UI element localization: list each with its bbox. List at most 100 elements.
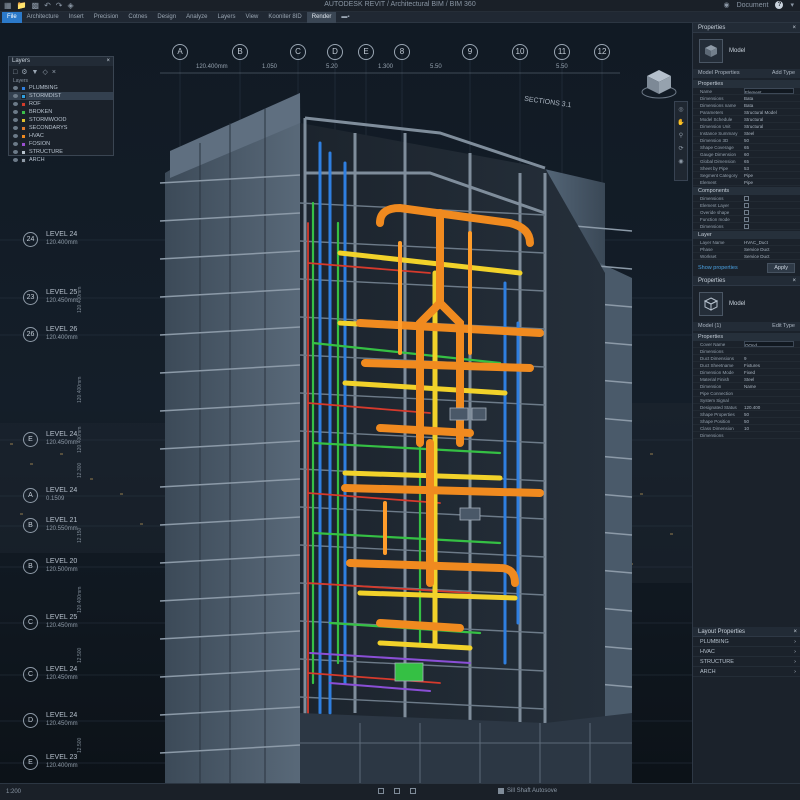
property-value[interactable]: 53 — [744, 165, 800, 171]
visibility-eye-icon[interactable] — [13, 134, 18, 138]
user-icon[interactable]: ◉ — [723, 1, 729, 9]
user-label[interactable]: Document — [737, 2, 769, 9]
checkbox[interactable] — [744, 203, 749, 208]
expand-chevron-icon[interactable]: › — [794, 657, 796, 666]
property-value[interactable]: Bata — [744, 95, 800, 101]
property-value[interactable]: Pipe — [744, 172, 800, 178]
checkbox-row[interactable]: Function mode — [693, 216, 800, 223]
edit-type-link-2[interactable]: Edit Type — [772, 322, 795, 331]
visibility-eye-icon[interactable] — [13, 158, 18, 162]
property-row[interactable]: Workset Service Duct — [693, 253, 800, 260]
layer-row[interactable]: BROKEN — [9, 108, 113, 116]
layer-color-swatch[interactable] — [21, 149, 26, 155]
level-name[interactable]: LEVEL 25 — [46, 289, 77, 296]
view-scale[interactable]: 1:200 — [6, 789, 21, 795]
property-row[interactable]: Instance Summary Steel — [693, 130, 800, 137]
property-value[interactable]: 9 — [744, 355, 800, 361]
property-row[interactable]: Phase Service Duct — [693, 246, 800, 253]
property-value[interactable]: 10 — [744, 425, 800, 431]
property-row[interactable]: System Signal — [693, 397, 800, 404]
ribbon-tab[interactable]: File — [2, 11, 22, 23]
property-row[interactable]: Designated Status 120.400 — [693, 404, 800, 411]
ribbon-tab[interactable]: View — [240, 12, 263, 23]
ribbon-tab[interactable]: Kooniter 8ID — [263, 12, 306, 23]
ribbon-tab[interactable]: Cotnes — [123, 12, 152, 23]
level-bubble[interactable]: 24 — [23, 232, 38, 247]
level-bubble[interactable]: B — [23, 518, 38, 533]
level-bubble[interactable]: C — [23, 615, 38, 630]
property-value[interactable] — [744, 348, 800, 354]
grid-bubble[interactable]: B — [232, 44, 248, 60]
layer-property-item[interactable]: HVAC › — [693, 647, 800, 657]
grid-bubble[interactable]: 9 — [462, 44, 478, 60]
property-row[interactable]: Element Pipe — [693, 179, 800, 186]
property-value[interactable]: Structural — [744, 123, 800, 129]
level-bubble[interactable]: B — [23, 559, 38, 574]
layer-color-swatch[interactable] — [21, 93, 26, 99]
3d-viewport[interactable]: A B C D E 8 9 10 11 12 120.400mm 1.050 5.20 1.300 5.5… — [0, 23, 692, 783]
visibility-eye-icon[interactable] — [13, 94, 18, 98]
ribbon-tab[interactable]: Design — [152, 12, 181, 23]
property-value[interactable] — [744, 390, 800, 396]
properties-group-header[interactable]: Properties — [693, 80, 800, 88]
layer-color-swatch[interactable] — [21, 117, 26, 123]
property-row[interactable]: Dimension Mode Fixed — [693, 369, 800, 376]
level-bubble[interactable]: E — [23, 432, 38, 447]
layer-property-item[interactable]: ARCH › — [693, 667, 800, 677]
expand-chevron-icon[interactable]: › — [794, 637, 796, 646]
property-value[interactable]: Steel — [744, 376, 800, 382]
detail-level-icon[interactable] — [378, 788, 384, 794]
checkbox-row[interactable]: Element Layer — [693, 202, 800, 209]
property-value[interactable]: Structural — [744, 116, 800, 122]
checkbox-row[interactable]: Dimensions — [693, 195, 800, 202]
layer-row[interactable]: STORMDIST — [9, 92, 113, 100]
properties-help-link[interactable]: Show properties — [698, 265, 738, 271]
components-group-header[interactable]: Components — [693, 187, 800, 195]
filter-icon[interactable]: ▼ — [32, 69, 39, 76]
checkbox[interactable] — [744, 224, 749, 229]
type-selector-2[interactable]: Model (1) Edit Type — [693, 322, 800, 331]
level-name[interactable]: LEVEL 24 — [46, 666, 77, 673]
layer-row[interactable]: HVAC — [9, 132, 113, 140]
layer-color-swatch[interactable] — [21, 157, 26, 163]
level-bubble[interactable]: A — [23, 488, 38, 503]
property-row[interactable]: Name Element — [693, 88, 800, 95]
steering-wheel-icon[interactable]: ◎ — [678, 106, 683, 113]
checkbox-row[interactable]: Overide shape — [693, 209, 800, 216]
grid-bubble[interactable]: E — [358, 44, 374, 60]
property-value[interactable]: 60 — [744, 151, 800, 157]
layer-color-swatch[interactable] — [21, 133, 26, 139]
property-row[interactable]: Dimensions — [693, 432, 800, 439]
checkbox[interactable] — [744, 196, 749, 201]
layer-group-header[interactable]: Layer — [693, 231, 800, 239]
property-row[interactable]: Class Dimension 10 — [693, 425, 800, 432]
dropdown-chevron-icon[interactable]: ▾ — [790, 1, 794, 9]
property-value[interactable]: 50 — [744, 418, 800, 424]
level-name[interactable]: LEVEL 25 — [46, 614, 77, 621]
property-row[interactable]: Cover Name OOnd — [693, 341, 800, 348]
ribbon-tab[interactable]: ▬▪ — [336, 12, 354, 23]
property-value[interactable]: Element — [744, 88, 794, 94]
property-value[interactable]: Pipe — [744, 179, 800, 185]
layer-row[interactable]: ROF — [9, 100, 113, 108]
layer-row[interactable]: ARCH — [9, 156, 113, 164]
layer-row[interactable]: STORMWOOD — [9, 116, 113, 124]
property-row[interactable]: Dimensions name Bata — [693, 102, 800, 109]
property-value[interactable]: Structural Model — [744, 109, 800, 115]
layer-color-swatch[interactable] — [21, 141, 26, 147]
property-value[interactable]: Name — [744, 383, 800, 389]
grid-bubble[interactable]: 10 — [512, 44, 528, 60]
property-row[interactable]: Dimensions — [693, 348, 800, 355]
layer-color-swatch[interactable] — [21, 101, 26, 107]
layer-color-swatch[interactable] — [21, 125, 26, 131]
property-value[interactable]: 65 — [744, 144, 800, 150]
level-name[interactable]: LEVEL 23 — [46, 754, 77, 761]
property-row[interactable]: Shape Position 50 — [693, 418, 800, 425]
visibility-eye-icon[interactable] — [13, 142, 18, 146]
level-bubble[interactable]: D — [23, 713, 38, 728]
property-value[interactable]: 50 — [744, 411, 800, 417]
property-value[interactable]: Steel — [744, 130, 800, 136]
property-row[interactable]: Shape Properties 50 — [693, 411, 800, 418]
layer-color-swatch[interactable] — [21, 109, 26, 115]
layer-row[interactable]: SECONDARYS — [9, 124, 113, 132]
